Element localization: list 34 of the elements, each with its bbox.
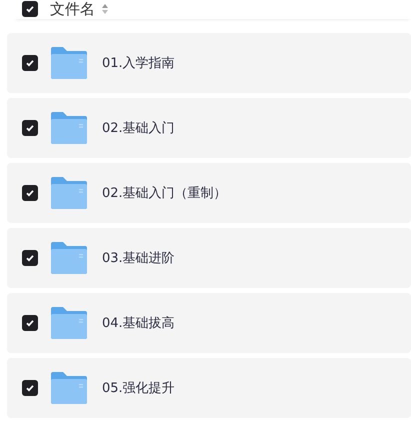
checkmark-icon (25, 253, 35, 263)
checkbox[interactable] (22, 55, 38, 71)
checkbox[interactable] (22, 1, 38, 17)
folder-icon (51, 177, 87, 209)
folder-icon (51, 307, 87, 339)
checkbox[interactable] (22, 120, 38, 136)
file-name: 04.基础拔高 (102, 315, 175, 332)
checkmark-icon (25, 188, 35, 198)
checkmark-icon (25, 383, 35, 393)
checkmark-icon (25, 123, 35, 133)
checkbox[interactable] (22, 315, 38, 331)
file-name: 01.入学指南 (102, 55, 175, 72)
checkmark-icon (25, 4, 35, 14)
file-name: 02.基础入门 (102, 120, 175, 137)
file-row[interactable]: 02.基础入门 (7, 98, 411, 158)
checkbox[interactable] (22, 380, 38, 396)
column-header[interactable]: 文件名 (50, 0, 95, 18)
folder-icon (51, 242, 87, 274)
checkmark-icon (25, 58, 35, 68)
folder-icon (51, 47, 87, 79)
file-row[interactable]: 03.基础进阶 (7, 228, 411, 288)
checkmark-icon (25, 318, 35, 328)
file-name: 05.强化提升 (102, 380, 175, 397)
file-row[interactable]: 02.基础入门（重制） (7, 163, 411, 223)
folder-icon (51, 112, 87, 144)
file-row[interactable]: 01.入学指南 (7, 33, 411, 93)
folder-icon (51, 372, 87, 404)
checkbox[interactable] (22, 185, 38, 201)
file-row[interactable]: 04.基础拔高 (7, 293, 411, 353)
sort-icon[interactable] (101, 3, 109, 15)
checkbox[interactable] (22, 250, 38, 266)
file-row[interactable]: 05.强化提升 (7, 358, 411, 418)
file-name: 03.基础进阶 (102, 250, 175, 267)
file-name: 02.基础入门（重制） (102, 185, 227, 202)
